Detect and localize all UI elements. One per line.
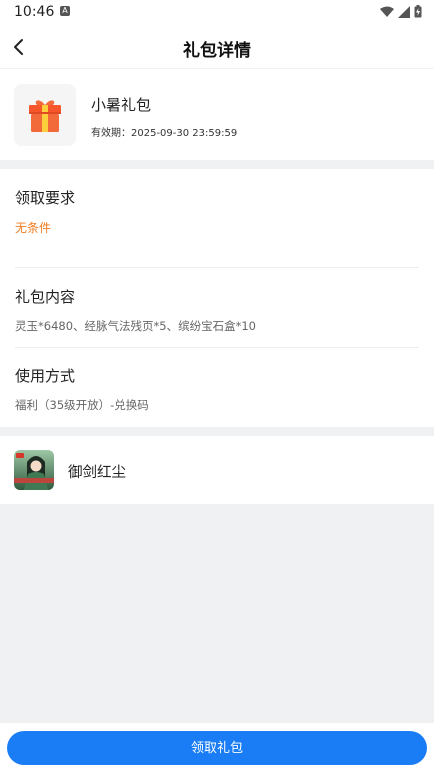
usage-value: 福利（35级开放）-兑换码 xyxy=(15,398,149,412)
signal-icon xyxy=(398,5,410,18)
gift-name: 小暑礼包 xyxy=(91,96,152,114)
gift-icon xyxy=(14,84,76,146)
battery-icon xyxy=(414,5,422,18)
status-bar: 10:46 A xyxy=(0,0,434,26)
notification-icon: A xyxy=(60,6,70,16)
status-time: 10:46 xyxy=(14,4,55,20)
nav-bar: 礼包详情 xyxy=(0,26,434,69)
divider xyxy=(15,347,419,348)
page-title: 礼包详情 xyxy=(183,41,251,61)
requirements-title: 领取要求 xyxy=(15,189,76,207)
gift-details: 领取要求 无条件 礼包内容 灵玉*6480、经脉气法残页*5、缤纷宝石盒*10 … xyxy=(0,169,434,427)
contents-title: 礼包内容 xyxy=(15,288,76,306)
game-item[interactable]: 御剑红尘 xyxy=(0,436,434,504)
status-icons xyxy=(380,5,422,18)
game-name: 御剑红尘 xyxy=(68,465,126,481)
gift-summary: 小暑礼包 有效期：2025-09-30 23:59:59 xyxy=(0,69,434,160)
usage-title: 使用方式 xyxy=(15,367,76,385)
contents-value: 灵玉*6480、经脉气法残页*5、缤纷宝石盒*10 xyxy=(15,319,256,333)
requirements-value: 无条件 xyxy=(15,221,52,235)
gift-validity: 有效期：2025-09-30 23:59:59 xyxy=(91,128,238,139)
claim-gift-button[interactable]: 领取礼包 xyxy=(7,731,427,765)
bottom-bar: 领取礼包 xyxy=(0,723,434,771)
game-icon xyxy=(14,450,54,490)
wifi-icon xyxy=(380,6,394,17)
divider xyxy=(15,267,419,268)
